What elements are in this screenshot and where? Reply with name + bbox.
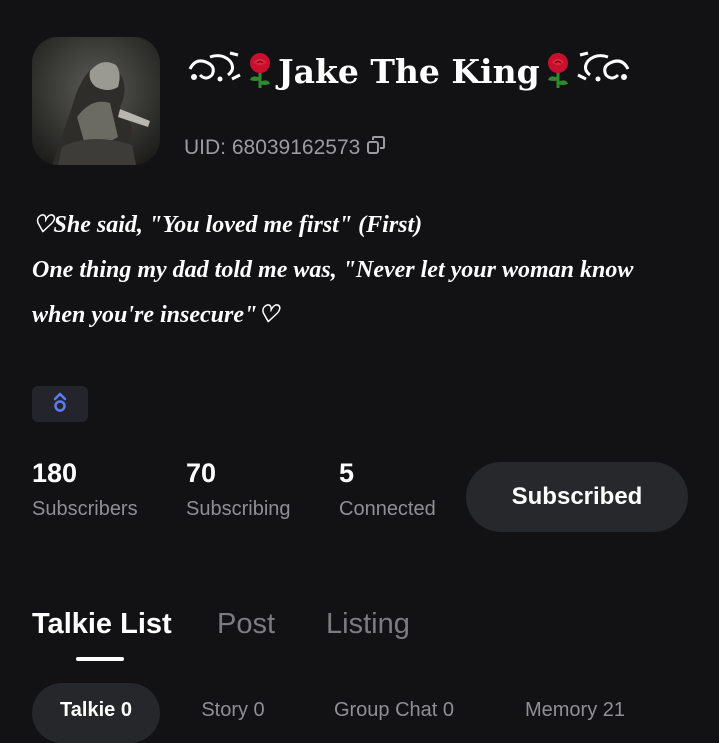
tab-indicator (76, 657, 124, 661)
rank-badge[interactable] (32, 386, 88, 422)
avatar[interactable] (32, 37, 160, 165)
right-ornament-icon (576, 49, 632, 93)
chip-group-chat[interactable]: Group Chat 0 (316, 683, 472, 743)
copy-icon[interactable] (366, 135, 386, 161)
stat-subscribing[interactable]: 70 Subscribing (186, 456, 291, 521)
bio-line: One thing my dad told me was, "Never let… (32, 257, 634, 283)
bio-line: when you're insecure"♡ (32, 302, 279, 328)
stat-value: 5 (339, 458, 355, 488)
stat-value: 180 (32, 458, 78, 488)
chip-talkie[interactable]: Talkie 0 (32, 683, 160, 743)
tab-listing[interactable]: Listing (326, 608, 410, 641)
chip-story[interactable]: Story 0 (178, 683, 288, 743)
profile-bio: ♡She said, "You loved me first" (First) … (32, 203, 692, 338)
bio-line: ♡She said, "You loved me first" (First) (32, 212, 423, 238)
uid-text: UID: 68039162573 (184, 136, 361, 159)
left-ornament-icon (186, 49, 242, 93)
profile-name-text: Jake The King (278, 51, 540, 91)
chip-memory[interactable]: Memory 21 (506, 683, 644, 743)
stat-value: 70 (186, 458, 217, 488)
stat-connected[interactable]: 5 Connected (339, 456, 436, 521)
tab-post[interactable]: Post (217, 608, 275, 641)
stat-label: Connected (339, 498, 436, 520)
uid-row: UID: 68039162573 (184, 134, 386, 162)
tab-talkie-list[interactable]: Talkie List (32, 608, 172, 641)
subscribed-button[interactable]: Subscribed (466, 462, 688, 532)
stat-subscribers[interactable]: 180 Subscribers (32, 456, 138, 521)
profile-name: Jake The King (186, 46, 632, 96)
rose-icon (544, 52, 572, 90)
rank-chevron-icon (52, 391, 68, 418)
stat-label: Subscribers (32, 498, 138, 520)
rose-icon (246, 52, 274, 90)
stat-label: Subscribing (186, 498, 291, 520)
